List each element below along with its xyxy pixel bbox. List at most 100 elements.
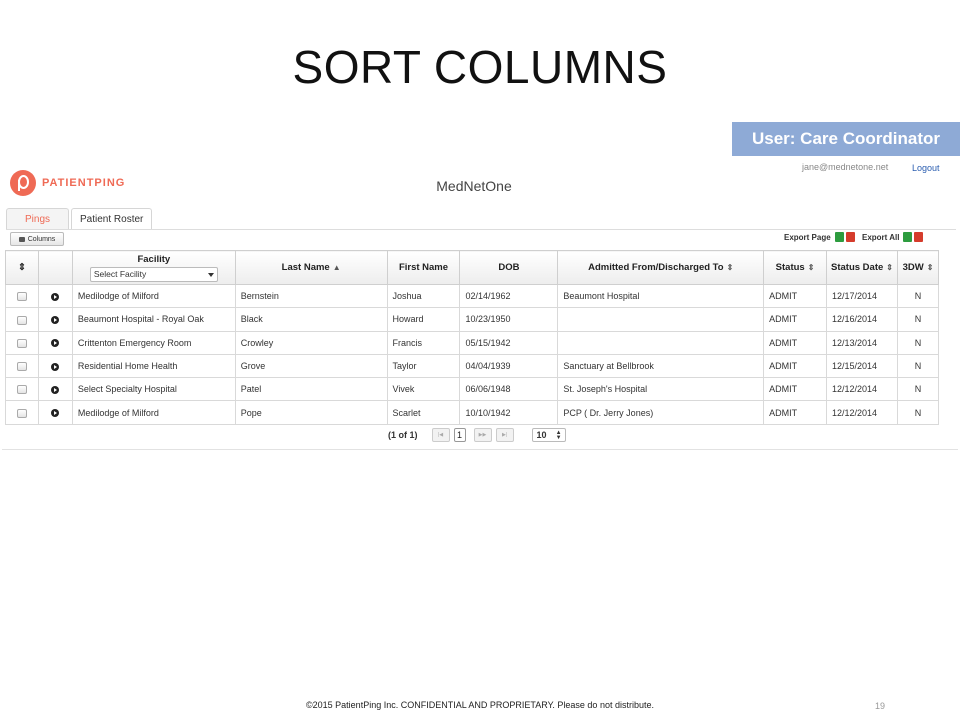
first-name-cell: Taylor [386,353,461,379]
3dw-cell: N [896,307,940,332]
table-row[interactable]: Crittenton Emergency Room Crowley Franci… [5,330,940,355]
next-page-button[interactable]: ▶▶ [473,428,492,442]
sort-ascending-icon: ▲ [332,263,341,272]
current-page-button[interactable]: 1 [453,428,466,442]
admitted-cell: Sanctuary at Bellbrook [557,353,765,379]
last-name-cell: Bernstein [234,283,388,309]
tab-patient-roster[interactable]: Patient Roster [71,208,153,230]
row-checkbox[interactable] [16,385,27,395]
first-name-cell: Francis [386,330,461,355]
row-checkbox-cell [5,400,39,425]
sort-icon: ⇕ [926,263,934,272]
3dw-header-label: 3DW [902,262,924,273]
select-all-sort-header[interactable]: ⇕ [5,250,39,285]
row-checkbox[interactable] [16,362,27,372]
play-icon[interactable] [51,316,60,325]
facility-cell: Residential Home Health [71,353,236,379]
columns-label: Columns [27,235,56,243]
status-date-cell: 12/12/2014 [826,377,898,402]
dob-cell: 06/06/1948 [459,377,559,402]
play-icon[interactable] [51,385,60,394]
status-header[interactable]: Status ⇕ [763,250,828,285]
last-page-button[interactable]: ▶| [495,428,514,442]
tab-pings[interactable]: Pings [6,208,70,230]
slide-title: SORT COLUMNS [292,41,668,93]
admitted-header[interactable]: Admitted From/Discharged To ⇕ [557,250,765,285]
export-page-excel-icon[interactable] [834,232,844,242]
first-name-cell: Scarlet [386,400,461,425]
play-icon[interactable] [51,362,60,371]
last-name-cell: Black [234,307,388,332]
table-row[interactable]: Select Specialty Hospital Patel Vivek 06… [5,377,940,402]
slide-page-number: 19 [875,701,886,711]
slide-footer: ©2015 PatientPing Inc. CONFIDENTIAL AND … [306,700,654,710]
row-action-cell [37,353,73,379]
play-icon[interactable] [51,409,60,418]
export-page-label: Export Page [784,232,831,242]
dob-cell: 02/14/1962 [459,283,559,309]
status-cell: ADMIT [763,330,828,355]
table-row[interactable]: Residential Home Health Grove Taylor 04/… [5,353,940,379]
status-date-header[interactable]: Status Date ⇕ [826,250,898,285]
facility-cell: Beaumont Hospital - Royal Oak [71,307,236,332]
row-checkbox-cell [5,307,39,332]
user-email: jane@mednetone.net [802,162,889,172]
first-page-button[interactable]: |◀ [431,428,450,442]
row-checkbox-cell [5,377,39,402]
status-date-cell: 12/16/2014 [826,307,898,332]
last-name-header[interactable]: Last Name ▲ [234,250,388,285]
user-role-badge: User: Care Coordinator [732,122,960,156]
logout-link[interactable]: Logout [912,163,940,173]
dob-header[interactable]: DOB [459,250,559,285]
row-action-cell [37,377,73,402]
row-action-cell [37,307,73,332]
sort-icon: ⇕ [807,263,815,272]
content-divider [2,449,958,450]
table-row[interactable]: Beaumont Hospital - Royal Oak Black Howa… [5,307,940,332]
status-header-label: Status [775,262,805,273]
facility-cell: Select Specialty Hospital [71,377,236,402]
first-name-cell: Vivek [386,377,461,402]
admitted-cell [557,330,765,355]
export-all-pdf-icon[interactable] [914,232,924,242]
status-date-cell: 12/17/2014 [826,283,898,309]
3dw-header[interactable]: 3DW ⇕ [896,250,940,285]
admitted-header-label: Admitted From/Discharged To [588,262,724,273]
facility-select-value: Select Facility [93,269,147,279]
status-cell: ADMIT [763,377,828,402]
status-cell: ADMIT [763,400,828,425]
action-header [37,250,73,285]
export-page: Export Page [784,230,855,244]
table-row[interactable]: Medilodge of Milford Bernstein Joshua 02… [5,283,940,309]
admitted-cell [557,307,765,332]
status-date-cell: 12/15/2014 [826,353,898,379]
row-checkbox[interactable] [16,338,27,348]
last-name-cell: Patel [234,377,388,402]
play-icon[interactable] [51,292,60,301]
status-date-cell: 12/12/2014 [826,400,898,425]
export-all-label: Export All [862,232,900,242]
page-size-select[interactable]: 10 ▲ ▼ [531,428,566,442]
stepper-icon: ▲ ▼ [555,430,562,441]
export-all-excel-icon[interactable] [903,232,913,242]
row-checkbox[interactable] [16,292,27,302]
admitted-cell: Beaumont Hospital [557,283,765,309]
row-checkbox-cell [5,353,39,379]
row-checkbox[interactable] [16,408,27,418]
facility-cell: Medilodge of Milford [71,400,236,425]
chevron-down-icon [207,272,214,277]
app-name: MedNetOne [436,178,512,194]
last-name-cell: Pope [234,400,388,425]
3dw-cell: N [896,330,940,355]
status-cell: ADMIT [763,283,828,309]
export-page-pdf-icon[interactable] [845,232,855,242]
first-name-header[interactable]: First Name [386,250,461,285]
export-all: Export All [862,230,924,244]
columns-button[interactable]: Columns [10,232,64,246]
facility-select[interactable]: Select Facility [89,266,218,282]
play-icon[interactable] [51,339,60,348]
3dw-cell: N [896,377,940,402]
row-checkbox[interactable] [16,315,27,325]
table-row[interactable]: Medilodge of Milford Pope Scarlet 10/10/… [5,400,940,425]
3dw-cell: N [896,283,940,309]
